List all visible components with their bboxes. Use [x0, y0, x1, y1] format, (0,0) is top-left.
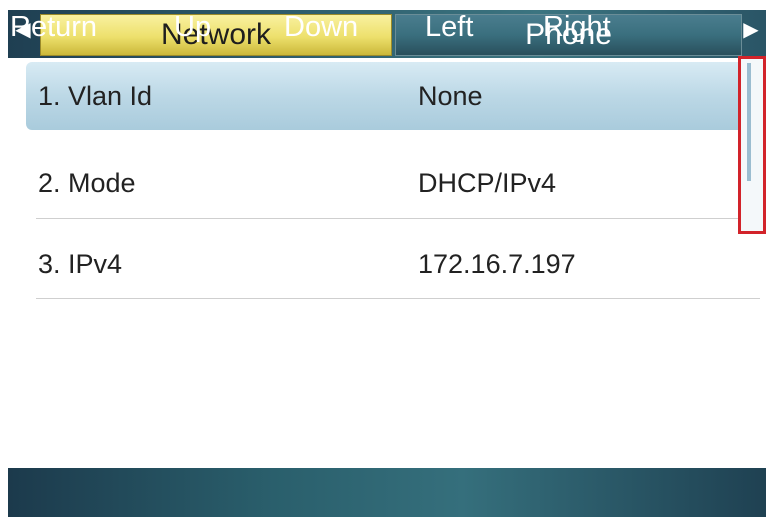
list-item-value: None [418, 80, 483, 111]
list-item-ipv4[interactable]: 3. IPv4 172.16.7.197 [26, 230, 756, 298]
list-item-label: 3. IPv4 [38, 248, 123, 279]
list-divider [36, 218, 760, 219]
scrollbar-highlight-box [738, 56, 766, 234]
list-item-value: DHCP/IPv4 [418, 167, 557, 198]
list-item-vlan-id[interactable]: 1. Vlan Id None [26, 62, 756, 130]
softkey-down[interactable]: Down [284, 8, 358, 46]
list-item-value: 172.16.7.197 [418, 248, 576, 279]
softkey-return[interactable]: Return [10, 8, 97, 46]
list-divider [36, 298, 760, 299]
softkey-right[interactable]: Right [543, 8, 611, 46]
right-arrow-icon[interactable]: ▶ [740, 14, 762, 44]
list-item-mode[interactable]: 2. Mode DHCP/IPv4 [26, 149, 756, 217]
softkey-bar [8, 468, 766, 517]
softkey-left[interactable]: Left [425, 8, 473, 46]
list-panel: 1. Vlan Id None 2. Mode DHCP/IPv4 3. IPv… [8, 58, 766, 468]
softkey-up[interactable]: Up [174, 8, 211, 46]
list-item-label: 2. Mode [38, 167, 136, 198]
scrollbar-thumb[interactable] [747, 63, 751, 181]
list-item-label: 1. Vlan Id [38, 80, 153, 111]
